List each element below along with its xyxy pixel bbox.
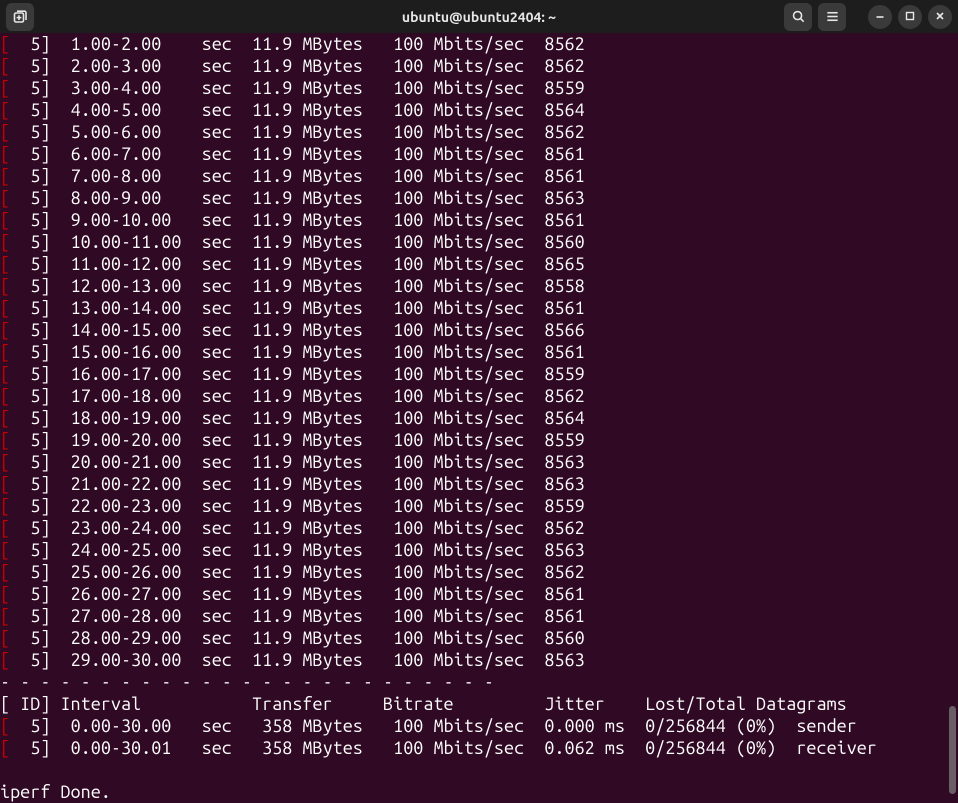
terminal-line: [ 5] 6.00-7.00 sec 11.9 MBytes 100 Mbits…	[0, 143, 958, 165]
minimize-icon	[874, 8, 886, 26]
window-title: ubuntu@ubuntu2404: ~	[402, 9, 556, 25]
hamburger-icon	[825, 9, 840, 24]
terminal-line: [ 5] 25.00-26.00 sec 11.9 MBytes 100 Mbi…	[0, 561, 958, 583]
scrollbar-thumb[interactable]	[949, 706, 956, 794]
terminal-line: [ 5] 15.00-16.00 sec 11.9 MBytes 100 Mbi…	[0, 341, 958, 363]
terminal-line: [ 5] 20.00-21.00 sec 11.9 MBytes 100 Mbi…	[0, 451, 958, 473]
titlebar: ubuntu@ubuntu2404: ~	[0, 0, 958, 33]
terminal-line: [ 5] 10.00-11.00 sec 11.9 MBytes 100 Mbi…	[0, 231, 958, 253]
terminal-line: [ 5] 9.00-10.00 sec 11.9 MBytes 100 Mbit…	[0, 209, 958, 231]
terminal-line: [ 5] 0.00-30.00 sec 358 MBytes 100 Mbits…	[0, 715, 958, 737]
terminal-line: [ 5] 8.00-9.00 sec 11.9 MBytes 100 Mbits…	[0, 187, 958, 209]
terminal-line: [ 5] 18.00-19.00 sec 11.9 MBytes 100 Mbi…	[0, 407, 958, 429]
terminal-line: iperf Done.	[0, 781, 958, 803]
terminal-line: [ 5] 1.00-2.00 sec 11.9 MBytes 100 Mbits…	[0, 33, 958, 55]
terminal-line	[0, 759, 958, 781]
terminal-line: [ 5] 14.00-15.00 sec 11.9 MBytes 100 Mbi…	[0, 319, 958, 341]
terminal-line: [ 5] 19.00-20.00 sec 11.9 MBytes 100 Mbi…	[0, 429, 958, 451]
terminal-line: [ 5] 21.00-22.00 sec 11.9 MBytes 100 Mbi…	[0, 473, 958, 495]
terminal-line: [ 5] 16.00-17.00 sec 11.9 MBytes 100 Mbi…	[0, 363, 958, 385]
close-button[interactable]	[928, 5, 952, 29]
terminal-line: [ 5] 12.00-13.00 sec 11.9 MBytes 100 Mbi…	[0, 275, 958, 297]
terminal-line: [ 5] 4.00-5.00 sec 11.9 MBytes 100 Mbits…	[0, 99, 958, 121]
terminal-line: [ ID] Interval Transfer Bitrate Jitter L…	[0, 693, 958, 715]
terminal-line: [ 5] 0.00-30.01 sec 358 MBytes 100 Mbits…	[0, 737, 958, 759]
terminal-line: [ 5] 3.00-4.00 sec 11.9 MBytes 100 Mbits…	[0, 77, 958, 99]
terminal-line: [ 5] 17.00-18.00 sec 11.9 MBytes 100 Mbi…	[0, 385, 958, 407]
terminal-line: [ 5] 26.00-27.00 sec 11.9 MBytes 100 Mbi…	[0, 583, 958, 605]
close-icon	[934, 8, 946, 26]
terminal-line: [ 5] 27.00-28.00 sec 11.9 MBytes 100 Mbi…	[0, 605, 958, 627]
terminal-line: [ 5] 28.00-29.00 sec 11.9 MBytes 100 Mbi…	[0, 627, 958, 649]
terminal-line: [ 5] 11.00-12.00 sec 11.9 MBytes 100 Mbi…	[0, 253, 958, 275]
terminal-line: [ 5] 7.00-8.00 sec 11.9 MBytes 100 Mbits…	[0, 165, 958, 187]
terminal-line: [ 5] 29.00-30.00 sec 11.9 MBytes 100 Mbi…	[0, 649, 958, 671]
terminal-area[interactable]: [ 5] 1.00-2.00 sec 11.9 MBytes 100 Mbits…	[0, 33, 958, 803]
terminal-line: [ 5] 13.00-14.00 sec 11.9 MBytes 100 Mbi…	[0, 297, 958, 319]
terminal-line: [ 5] 5.00-6.00 sec 11.9 MBytes 100 Mbits…	[0, 121, 958, 143]
new-tab-icon	[12, 9, 28, 25]
search-icon	[791, 9, 806, 24]
maximize-button[interactable]	[898, 5, 922, 29]
search-button[interactable]	[784, 3, 812, 31]
terminal-line: [ 5] 24.00-25.00 sec 11.9 MBytes 100 Mbi…	[0, 539, 958, 561]
maximize-icon	[904, 8, 916, 26]
terminal-line: - - - - - - - - - - - - - - - - - - - - …	[0, 671, 958, 693]
minimize-button[interactable]	[868, 5, 892, 29]
new-tab-button[interactable]	[6, 3, 34, 31]
menu-button[interactable]	[818, 3, 846, 31]
terminal-line: [ 5] 23.00-24.00 sec 11.9 MBytes 100 Mbi…	[0, 517, 958, 539]
terminal-line: [ 5] 22.00-23.00 sec 11.9 MBytes 100 Mbi…	[0, 495, 958, 517]
terminal-line: [ 5] 2.00-3.00 sec 11.9 MBytes 100 Mbits…	[0, 55, 958, 77]
